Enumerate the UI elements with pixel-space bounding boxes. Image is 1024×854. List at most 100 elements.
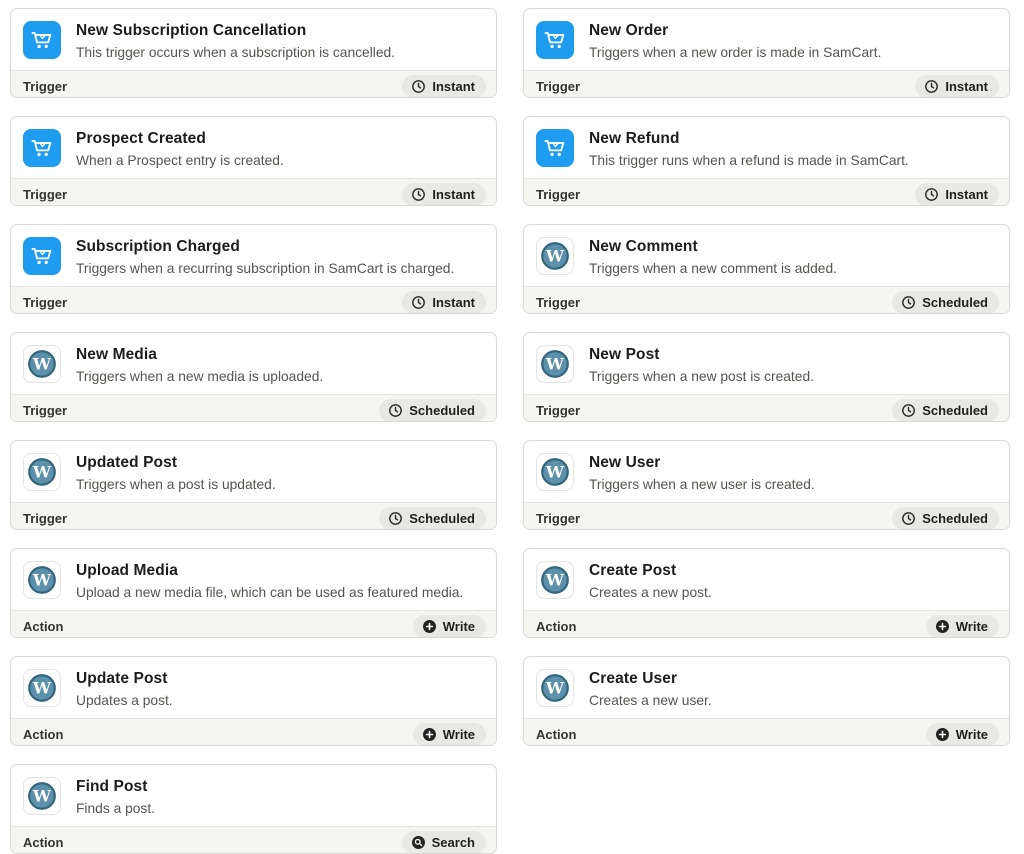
- scheduled-badge: Scheduled: [379, 507, 486, 530]
- card-footer: Action Write: [11, 610, 496, 638]
- samcart-cart-icon: [536, 21, 574, 59]
- card-description: Updates a post.: [76, 692, 173, 710]
- scheduled-badge: Scheduled: [892, 291, 999, 314]
- samcart-cart-icon: [23, 129, 61, 167]
- clock-icon: [924, 187, 939, 202]
- kind-label: Action: [23, 727, 63, 742]
- card-text: New Comment Triggers when a new comment …: [589, 235, 837, 278]
- card-body: New Subscription Cancellation This trigg…: [11, 9, 496, 70]
- badge-label: Write: [443, 619, 475, 634]
- card-body: New User Triggers when a new user is cre…: [524, 441, 1009, 502]
- card-footer: Trigger Instant: [11, 286, 496, 314]
- card-description: Upload a new media file, which can be us…: [76, 584, 463, 602]
- card-update-post[interactable]: Update Post Updates a post. Action Write: [10, 656, 497, 746]
- badge-label: Write: [443, 727, 475, 742]
- card-prospect-created[interactable]: Prospect Created When a Prospect entry i…: [10, 116, 497, 206]
- card-subscription-charged[interactable]: Subscription Charged Triggers when a rec…: [10, 224, 497, 314]
- card-description: Triggers when a new post is created.: [589, 368, 814, 386]
- card-footer: Action Write: [524, 610, 1009, 638]
- card-footer: Trigger Instant: [524, 178, 1009, 206]
- card-title: Create User: [589, 670, 712, 688]
- scheduled-badge: Scheduled: [892, 507, 999, 530]
- badge-label: Instant: [432, 187, 475, 202]
- card-description: Finds a post.: [76, 800, 155, 818]
- card-description: Triggers when a new media is uploaded.: [76, 368, 323, 386]
- clock-icon: [411, 295, 426, 310]
- card-body: Update Post Updates a post.: [11, 657, 496, 718]
- badge-label: Search: [432, 835, 475, 850]
- card-body: Prospect Created When a Prospect entry i…: [11, 117, 496, 178]
- write-badge: Write: [413, 723, 486, 746]
- card-description: Creates a new user.: [589, 692, 712, 710]
- clock-icon: [388, 403, 403, 418]
- wordpress-logo-icon: [23, 453, 61, 491]
- card-new-media[interactable]: New Media Triggers when a new media is u…: [10, 332, 497, 422]
- card-description: This trigger occurs when a subscription …: [76, 44, 395, 62]
- card-create-user[interactable]: Create User Creates a new user. Action W…: [523, 656, 1010, 746]
- card-title: New Media: [76, 346, 323, 364]
- clock-icon: [901, 511, 916, 526]
- card-footer: Trigger Scheduled: [11, 394, 496, 422]
- write-badge: Write: [413, 615, 486, 638]
- instant-badge: Instant: [402, 183, 486, 206]
- card-text: New Order Triggers when a new order is m…: [589, 19, 881, 62]
- card-body: New Post Triggers when a new post is cre…: [524, 333, 1009, 394]
- card-footer: Action Write: [524, 718, 1009, 746]
- plus-circle-icon: [935, 619, 950, 634]
- card-new-post[interactable]: New Post Triggers when a new post is cre…: [523, 332, 1010, 422]
- card-updated-post[interactable]: Updated Post Triggers when a post is upd…: [10, 440, 497, 530]
- card-body: Find Post Finds a post.: [11, 765, 496, 826]
- badge-label: Scheduled: [922, 403, 988, 418]
- kind-label: Trigger: [536, 511, 580, 526]
- card-footer: Trigger Instant: [524, 70, 1009, 98]
- kind-label: Trigger: [536, 79, 580, 94]
- card-text: Prospect Created When a Prospect entry i…: [76, 127, 284, 170]
- write-badge: Write: [926, 615, 999, 638]
- badge-label: Scheduled: [922, 511, 988, 526]
- card-create-post[interactable]: Create Post Creates a new post. Action W…: [523, 548, 1010, 638]
- wordpress-logo-icon: [23, 777, 61, 815]
- clock-icon: [901, 403, 916, 418]
- card-new-user[interactable]: New User Triggers when a new user is cre…: [523, 440, 1010, 530]
- card-find-post[interactable]: Find Post Finds a post. Action Search: [10, 764, 497, 854]
- card-description: Triggers when a new comment is added.: [589, 260, 837, 278]
- card-description: Triggers when a new order is made in Sam…: [589, 44, 881, 62]
- wordpress-logo-icon: [23, 561, 61, 599]
- write-badge: Write: [926, 723, 999, 746]
- badge-label: Write: [956, 727, 988, 742]
- card-new-refund[interactable]: New Refund This trigger runs when a refu…: [523, 116, 1010, 206]
- card-title: New Subscription Cancellation: [76, 22, 395, 40]
- card-upload-media[interactable]: Upload Media Upload a new media file, wh…: [10, 548, 497, 638]
- badge-label: Scheduled: [922, 295, 988, 310]
- card-body: Subscription Charged Triggers when a rec…: [11, 225, 496, 286]
- wordpress-logo-icon: [536, 345, 574, 383]
- scheduled-badge: Scheduled: [892, 399, 999, 422]
- wordpress-logo-icon: [536, 669, 574, 707]
- search-badge: Search: [402, 831, 486, 854]
- card-text: Find Post Finds a post.: [76, 775, 155, 818]
- card-new-comment[interactable]: New Comment Triggers when a new comment …: [523, 224, 1010, 314]
- card-title: New Post: [589, 346, 814, 364]
- left-column: New Subscription Cancellation This trigg…: [10, 8, 497, 854]
- card-new-order[interactable]: New Order Triggers when a new order is m…: [523, 8, 1010, 98]
- card-description: Creates a new post.: [589, 584, 712, 602]
- clock-icon: [411, 187, 426, 202]
- card-body: Updated Post Triggers when a post is upd…: [11, 441, 496, 502]
- card-new-subscription-cancellation[interactable]: New Subscription Cancellation This trigg…: [10, 8, 497, 98]
- card-description: Triggers when a post is updated.: [76, 476, 276, 494]
- card-footer: Trigger Scheduled: [11, 502, 496, 530]
- card-text: Create Post Creates a new post.: [589, 559, 712, 602]
- card-title: Create Post: [589, 562, 712, 580]
- plus-circle-icon: [422, 619, 437, 634]
- card-body: Create Post Creates a new post.: [524, 549, 1009, 610]
- kind-label: Action: [23, 619, 63, 634]
- card-description: When a Prospect entry is created.: [76, 152, 284, 170]
- wordpress-logo-icon: [536, 237, 574, 275]
- instant-badge: Instant: [402, 75, 486, 98]
- card-title: New Refund: [589, 130, 909, 148]
- kind-label: Trigger: [23, 79, 67, 94]
- kind-label: Trigger: [23, 511, 67, 526]
- card-footer: Trigger Instant: [11, 178, 496, 206]
- card-text: New Refund This trigger runs when a refu…: [589, 127, 909, 170]
- card-title: Upload Media: [76, 562, 463, 580]
